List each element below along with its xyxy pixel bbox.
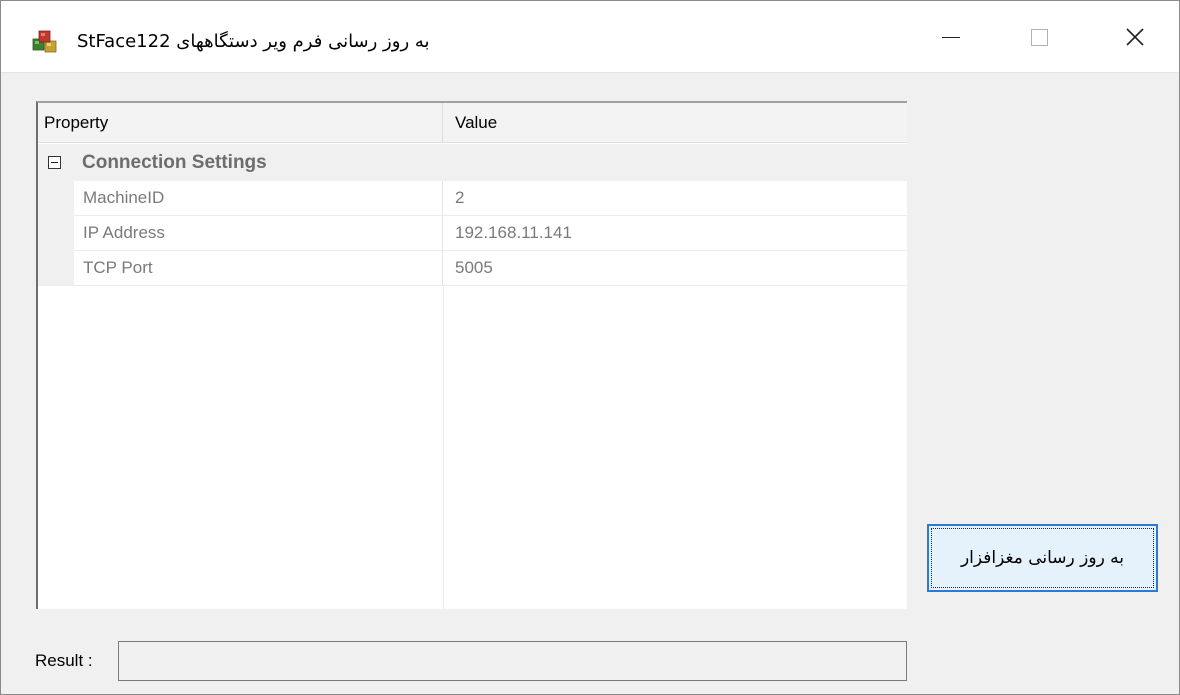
update-firmware-button[interactable]: به روز رسانی مغزافزار [927,524,1158,592]
maximize-icon [1030,28,1048,46]
close-icon [1126,28,1144,46]
category-label: Connection Settings [82,152,267,173]
property-value-ip-address[interactable]: 192.168.11.141 [443,216,907,251]
property-row-tcp-port[interactable]: TCP Port 5005 [74,251,907,286]
result-field [118,641,907,681]
collapse-icon[interactable] [48,156,61,169]
property-name: TCP Port [74,251,443,286]
property-row-ip-address[interactable]: IP Address 192.168.11.141 [74,216,907,251]
grid-gutter [38,181,74,286]
category-connection-settings[interactable]: Connection Settings [38,144,907,181]
firmware-update-window: به روز رسانی فرم ویر دستگاههای StFace122… [0,0,1180,695]
close-button[interactable] [1091,1,1179,73]
property-value-machine-id[interactable]: 2 [443,181,907,216]
property-value-tcp-port[interactable]: 5005 [443,251,907,286]
column-header-value[interactable]: Value [443,103,907,143]
app-cubes-icon [32,30,57,53]
window-title: به روز رسانی فرم ویر دستگاههای StFace122 [77,31,430,52]
title-bar[interactable]: به روز رسانی فرم ویر دستگاههای StFace122 [1,1,1179,73]
maximize-button[interactable] [995,1,1083,73]
result-label: Result : [35,651,93,670]
property-row-machine-id[interactable]: MachineID 2 [74,181,907,216]
property-name: MachineID [74,181,443,216]
minimize-button[interactable] [907,1,995,73]
property-name: IP Address [74,216,443,251]
column-divider [443,286,444,609]
property-grid[interactable]: Property Value Connection Settings Machi… [36,101,907,609]
grid-header: Property Value [38,103,907,143]
minimize-icon [942,36,960,38]
column-header-property[interactable]: Property [38,103,443,143]
